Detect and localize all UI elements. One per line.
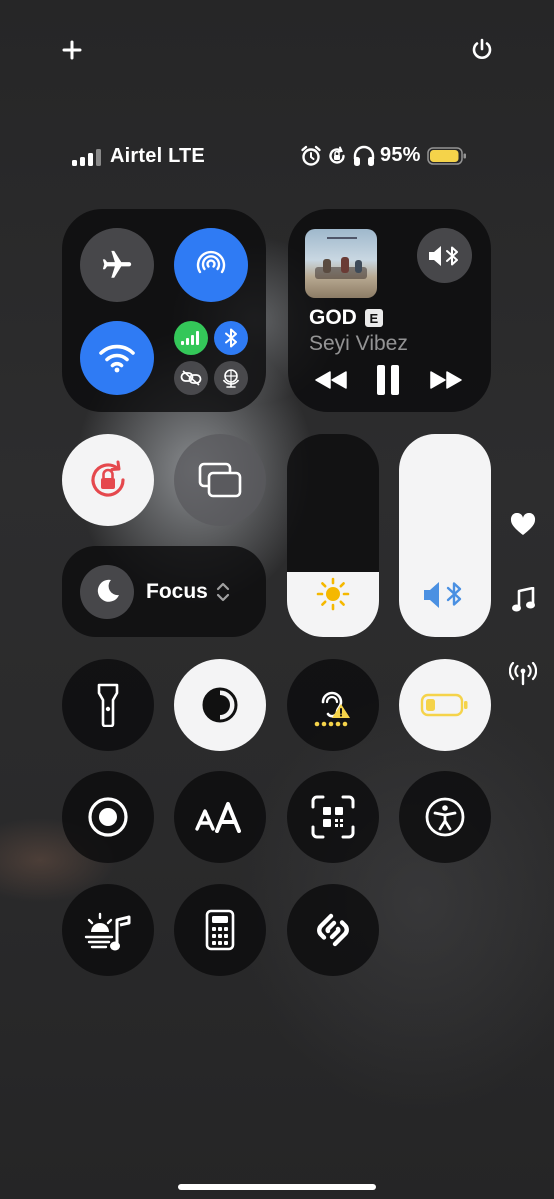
text-size-icon [195, 802, 241, 833]
cellular-button[interactable] [174, 321, 208, 355]
contrast-icon [202, 687, 238, 723]
battery-icon [426, 146, 466, 165]
status-bar-right: 95% [300, 144, 467, 167]
globe-icon [222, 369, 240, 388]
chevron-up-down-icon [216, 582, 229, 601]
side-broadcast[interactable] [508, 661, 538, 691]
bluetooth-button[interactable] [214, 321, 248, 355]
side-heart[interactable] [510, 512, 536, 542]
calculator-button[interactable] [174, 884, 266, 976]
low-power-mode-button[interactable] [399, 659, 491, 751]
home-indicator[interactable] [178, 1184, 376, 1190]
airdrop-button[interactable] [174, 228, 248, 302]
next-track-button[interactable] [428, 365, 464, 395]
power-button[interactable] [462, 30, 502, 70]
flashlight-button[interactable] [62, 659, 154, 751]
airplane-icon [102, 250, 132, 278]
rewind-icon [315, 371, 347, 389]
screen-recording-button[interactable] [62, 771, 154, 863]
broadcast-icon [508, 661, 538, 686]
hearing-button[interactable] [287, 659, 379, 751]
calculator-icon [205, 909, 235, 951]
carrier-label: Airtel LTE [110, 145, 205, 167]
previous-track-button[interactable] [313, 365, 349, 395]
music-note-icon [512, 586, 535, 612]
speaker-bluetooth-icon [424, 582, 462, 608]
dark-mode-button[interactable] [174, 659, 266, 751]
pause-button[interactable] [373, 362, 403, 398]
volume-slider[interactable] [399, 434, 491, 637]
orientation-lock-button[interactable] [62, 434, 154, 526]
shazam-button[interactable] [287, 884, 379, 976]
background-sounds-button[interactable] [62, 884, 154, 976]
audio-output-button[interactable] [417, 228, 472, 283]
track-artist: Seyi Vibez [309, 332, 408, 355]
shazam-icon [317, 913, 349, 947]
qr-code-icon [311, 795, 355, 839]
speaker-bluetooth-icon [428, 245, 458, 266]
cellular-icon [181, 331, 199, 345]
fast-forward-icon [430, 371, 462, 389]
track-title-row: GOD E [309, 306, 383, 330]
link-icon [180, 370, 202, 386]
moon-icon-wrap [80, 564, 134, 619]
airplane-mode-button[interactable] [80, 228, 154, 302]
battery-low-power-icon [420, 693, 468, 717]
text-size-button[interactable] [174, 771, 266, 863]
headphones-icon [353, 145, 375, 166]
power-icon [472, 38, 492, 59]
focus-button[interactable]: Focus [62, 546, 266, 637]
orientation-lock-icon [329, 146, 345, 164]
wifi-button[interactable] [80, 321, 154, 395]
heart-icon [510, 512, 536, 535]
accessibility-button[interactable] [399, 771, 491, 863]
album-art [305, 229, 377, 298]
track-title: GOD [309, 306, 357, 329]
background-sounds-icon [84, 912, 131, 951]
add-button[interactable] [52, 30, 92, 70]
screen-mirroring-button[interactable] [174, 434, 266, 526]
alarm-icon [301, 145, 321, 166]
sun-icon [316, 577, 350, 611]
rotation-lock-icon [91, 460, 125, 497]
plus-icon [62, 40, 82, 60]
pause-icon [377, 365, 399, 395]
side-music[interactable] [511, 586, 535, 618]
bluetooth-icon [225, 328, 237, 348]
screen-mirroring-icon [198, 462, 242, 498]
record-icon [88, 797, 128, 837]
accessibility-icon [425, 797, 465, 837]
explicit-badge: E [364, 309, 383, 327]
moon-icon [97, 579, 119, 602]
flashlight-icon [97, 683, 119, 727]
vpn-button[interactable] [174, 361, 208, 395]
battery-percent: 95% [380, 144, 421, 166]
wifi-icon [99, 344, 135, 373]
status-bar-left: Airtel LTE [72, 145, 205, 168]
brightness-slider[interactable] [287, 434, 379, 637]
hearing-warning-icon [314, 691, 350, 727]
signal-icon [72, 148, 101, 166]
code-scanner-button[interactable] [287, 771, 379, 863]
focus-label: Focus [146, 579, 208, 603]
hotspot-button[interactable] [214, 361, 248, 395]
airdrop-icon [196, 250, 226, 274]
